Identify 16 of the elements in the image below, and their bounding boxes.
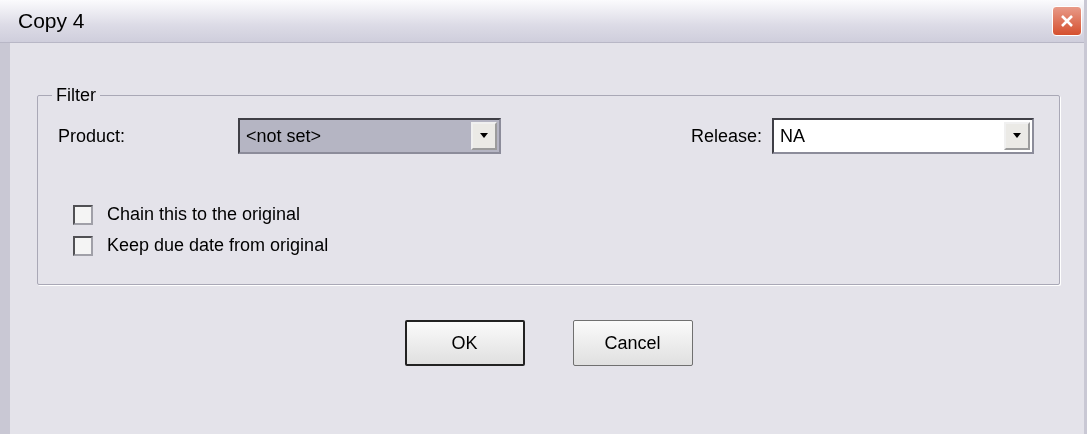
checkbox[interactable] <box>73 235 93 256</box>
field-label: Release: <box>690 125 762 147</box>
dialog-button[interactable]: Cancel <box>572 320 693 366</box>
window-title: Copy 4 <box>18 9 85 33</box>
caret-icon <box>479 133 489 139</box>
close-icon <box>1059 13 1075 29</box>
dialog-button[interactable]: OK <box>404 320 525 366</box>
checkbox-label: Keep due date from original <box>107 235 329 256</box>
caret-icon <box>1012 133 1022 139</box>
dropdown-arrow-button[interactable] <box>1004 122 1030 150</box>
group-title: Filter <box>55 85 97 106</box>
field-label: Product: <box>58 125 127 147</box>
close-button[interactable] <box>1052 6 1082 36</box>
checkbox-label: Chain this to the original <box>107 204 301 225</box>
checkbox[interactable] <box>73 204 93 225</box>
dropdown[interactable]: NA <box>772 118 1034 154</box>
